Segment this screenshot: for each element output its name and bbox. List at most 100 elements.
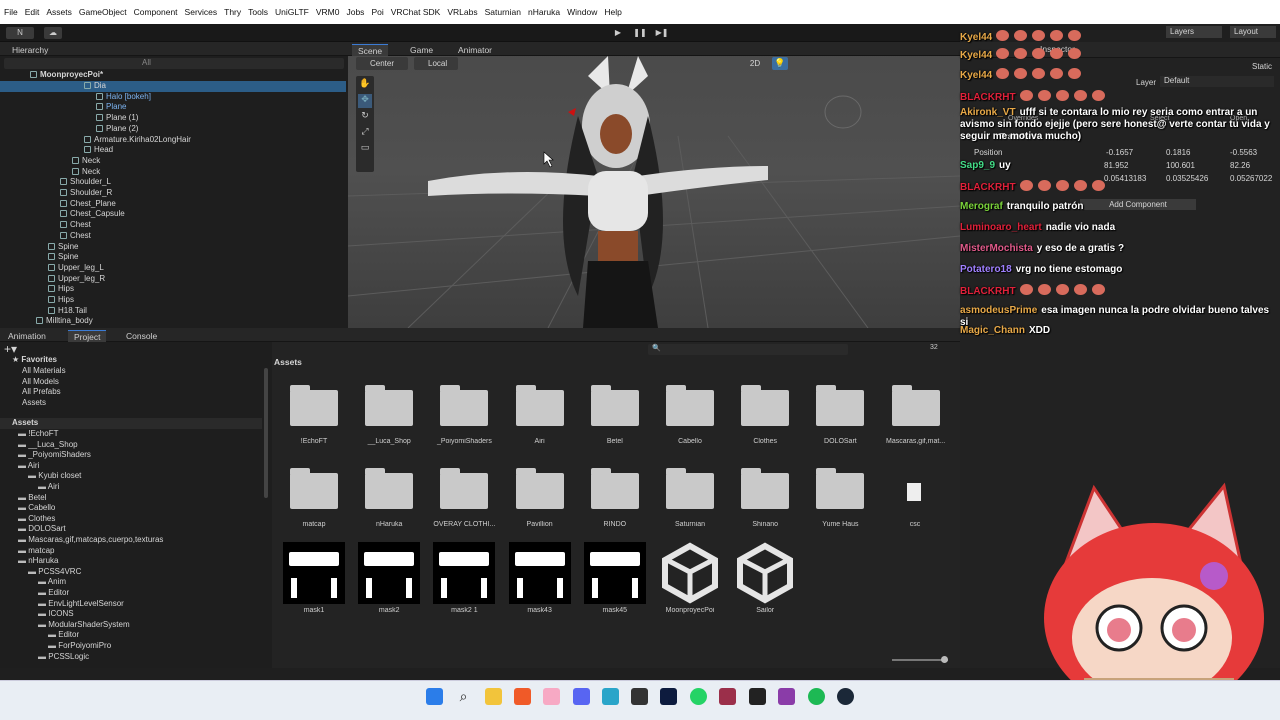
folder-tree-item[interactable]: ▬ _PoiyomiShaders bbox=[18, 450, 91, 461]
hierarchy-search[interactable]: All bbox=[4, 58, 344, 69]
steam-icon[interactable] bbox=[837, 688, 854, 705]
assets-root[interactable]: Assets bbox=[0, 418, 262, 429]
hierarchy-item[interactable]: Chest_Capsule bbox=[0, 209, 346, 220]
hierarchy-item[interactable]: Spine bbox=[0, 252, 346, 263]
tab-scene[interactable]: Scene bbox=[352, 44, 389, 56]
scale-tool-icon[interactable]: ⤢ bbox=[358, 126, 372, 140]
hierarchy-item[interactable]: Dia bbox=[0, 81, 346, 92]
mask-texture-thumbnail[interactable] bbox=[583, 542, 646, 604]
hierarchy-item[interactable]: Chest bbox=[0, 231, 346, 242]
tab-project[interactable]: Project bbox=[68, 330, 107, 342]
hierarchy-item[interactable]: Halo [bokeh] bbox=[0, 92, 346, 103]
search-icon[interactable]: ⌕ bbox=[455, 688, 472, 705]
folder-icon[interactable] bbox=[590, 385, 639, 426]
folder-tree-item[interactable]: ▬ Kyubi closet bbox=[28, 471, 81, 482]
menu-item-edit[interactable]: Edit bbox=[25, 7, 40, 17]
folder-tree-item[interactable]: ▬ Anim bbox=[38, 577, 66, 588]
prefab-icon[interactable] bbox=[734, 542, 796, 604]
folder-tree-item[interactable]: ▬ ForPoiyomiPro bbox=[48, 641, 111, 652]
folder-icon[interactable] bbox=[590, 468, 639, 509]
file-icon[interactable] bbox=[907, 483, 921, 501]
folder-icon[interactable] bbox=[290, 385, 338, 426]
folder-tree-item[interactable]: ▬ Airi bbox=[18, 461, 39, 472]
hierarchy-item[interactable]: Upper_leg_R bbox=[0, 274, 346, 285]
hierarchy-item[interactable]: Chest_Plane bbox=[0, 199, 346, 210]
mask-texture-thumbnail[interactable] bbox=[433, 542, 496, 604]
cloud-icon[interactable]: ☁ bbox=[44, 27, 62, 39]
zoom-slider[interactable] bbox=[892, 659, 948, 661]
favorites-header[interactable]: ★ Favorites bbox=[12, 355, 57, 366]
folder-tree-item[interactable]: ▬ Mascaras,gif,matcaps,cuerpo,texturas bbox=[18, 535, 163, 546]
add-asset-button[interactable]: +▾ bbox=[4, 343, 17, 355]
menu-item-gameobject[interactable]: GameObject bbox=[79, 7, 127, 17]
folder-icon[interactable] bbox=[666, 385, 714, 426]
discord-icon[interactable] bbox=[573, 688, 590, 705]
folder-tree-item[interactable]: ▬ PCSSLogic bbox=[38, 652, 89, 663]
hand-tool-icon[interactable]: ✋ bbox=[358, 78, 372, 92]
hierarchy-tab[interactable]: Hierarchy bbox=[6, 44, 54, 56]
menu-item-unigltf[interactable]: UniGLTF bbox=[275, 7, 309, 17]
capcut-icon[interactable] bbox=[602, 688, 619, 705]
mask-texture-thumbnail[interactable] bbox=[283, 542, 345, 604]
pause-button[interactable]: ❚❚ bbox=[632, 27, 648, 39]
tree-scrollbar[interactable] bbox=[264, 368, 268, 498]
hierarchy-item[interactable]: Spine bbox=[0, 242, 346, 253]
menu-item-component[interactable]: Component bbox=[134, 7, 178, 17]
folder-icon[interactable] bbox=[440, 468, 489, 509]
folder-tree-item[interactable]: ▬ Airi bbox=[38, 482, 59, 493]
hierarchy-item[interactable]: Milltina_body bbox=[0, 316, 346, 327]
hierarchy-item[interactable]: Shoulder_R bbox=[0, 188, 346, 199]
menu-item-assets[interactable]: Assets bbox=[46, 7, 72, 17]
hierarchy-item[interactable]: Head bbox=[0, 145, 346, 156]
favorite-item[interactable]: All Models bbox=[22, 377, 59, 388]
toggle-2d-button[interactable]: 2D bbox=[746, 57, 764, 70]
folder-icon[interactable] bbox=[515, 468, 564, 509]
hierarchy-item[interactable]: Shoulder_L bbox=[0, 177, 346, 188]
hierarchy-item[interactable]: H18.Tail bbox=[0, 306, 346, 317]
tab-game[interactable]: Game bbox=[404, 44, 439, 56]
move-tool-icon[interactable]: ✥ bbox=[358, 94, 372, 108]
asset-search-input[interactable]: 🔍 bbox=[648, 344, 848, 355]
menu-item-jobs[interactable]: Jobs bbox=[346, 7, 364, 17]
rotate-tool-icon[interactable]: ↻ bbox=[358, 110, 372, 124]
lighting-icon[interactable]: 💡 bbox=[772, 57, 788, 70]
account-dropdown[interactable]: N bbox=[6, 27, 34, 39]
menu-item-vrchat-sdk[interactable]: VRChat SDK bbox=[391, 7, 441, 17]
spotify-icon[interactable] bbox=[808, 688, 825, 705]
hierarchy-item[interactable]: Hips bbox=[0, 295, 346, 306]
folder-icon[interactable] bbox=[365, 468, 414, 509]
hierarchy-item[interactable]: Neck bbox=[0, 167, 346, 178]
hierarchy-item[interactable]: Hips bbox=[0, 284, 346, 295]
scene-view[interactable]: Scene Game Animator ✋ ✥ ↻ ⤢ ▭ bbox=[348, 42, 960, 328]
prefab-icon[interactable] bbox=[659, 542, 721, 604]
folder-icon[interactable] bbox=[365, 385, 414, 426]
brave-icon[interactable] bbox=[514, 688, 531, 705]
windows-start-icon[interactable] bbox=[426, 688, 443, 705]
folder-tree-item[interactable]: ▬ DOLOSart bbox=[18, 524, 66, 535]
menu-item-tools[interactable]: Tools bbox=[248, 7, 268, 17]
menu-item-vrlabs[interactable]: VRLabs bbox=[447, 7, 477, 17]
folder-tree-item[interactable]: ▬ EnvLightLevelSensor bbox=[38, 599, 124, 610]
folder-tree-item[interactable]: ▬ ModularShaderSystem bbox=[38, 620, 130, 631]
hierarchy-item[interactable]: Upper_leg_L bbox=[0, 263, 346, 274]
favorite-item[interactable]: Assets bbox=[22, 398, 46, 409]
folder-tree-item[interactable]: ▬ Editor bbox=[48, 630, 79, 641]
folder-icon[interactable] bbox=[440, 385, 489, 426]
visual-studio-icon[interactable] bbox=[778, 688, 795, 705]
folder-tree-item[interactable]: ▬ Betel bbox=[18, 493, 46, 504]
obs-icon[interactable] bbox=[749, 688, 766, 705]
tab-console[interactable]: Console bbox=[120, 330, 163, 342]
rect-tool-icon[interactable]: ▭ bbox=[358, 142, 372, 156]
menu-item-nharuka[interactable]: nHaruka bbox=[528, 7, 560, 17]
app-cat-icon[interactable] bbox=[543, 688, 560, 705]
step-button[interactable]: ▶❚ bbox=[654, 27, 670, 39]
favorite-item[interactable]: All Materials bbox=[22, 366, 66, 377]
hierarchy-item[interactable]: Plane bbox=[0, 102, 346, 113]
folder-icon[interactable] bbox=[816, 385, 865, 426]
hierarchy-item[interactable]: Armature.Kiriha02LongHair bbox=[0, 135, 346, 146]
menu-item-services[interactable]: Services bbox=[185, 7, 218, 17]
folder-icon[interactable] bbox=[515, 385, 564, 426]
menu-item-vrm0[interactable]: VRM0 bbox=[316, 7, 340, 17]
editor-app-icon[interactable] bbox=[719, 688, 736, 705]
mask-texture-thumbnail[interactable] bbox=[508, 542, 571, 604]
